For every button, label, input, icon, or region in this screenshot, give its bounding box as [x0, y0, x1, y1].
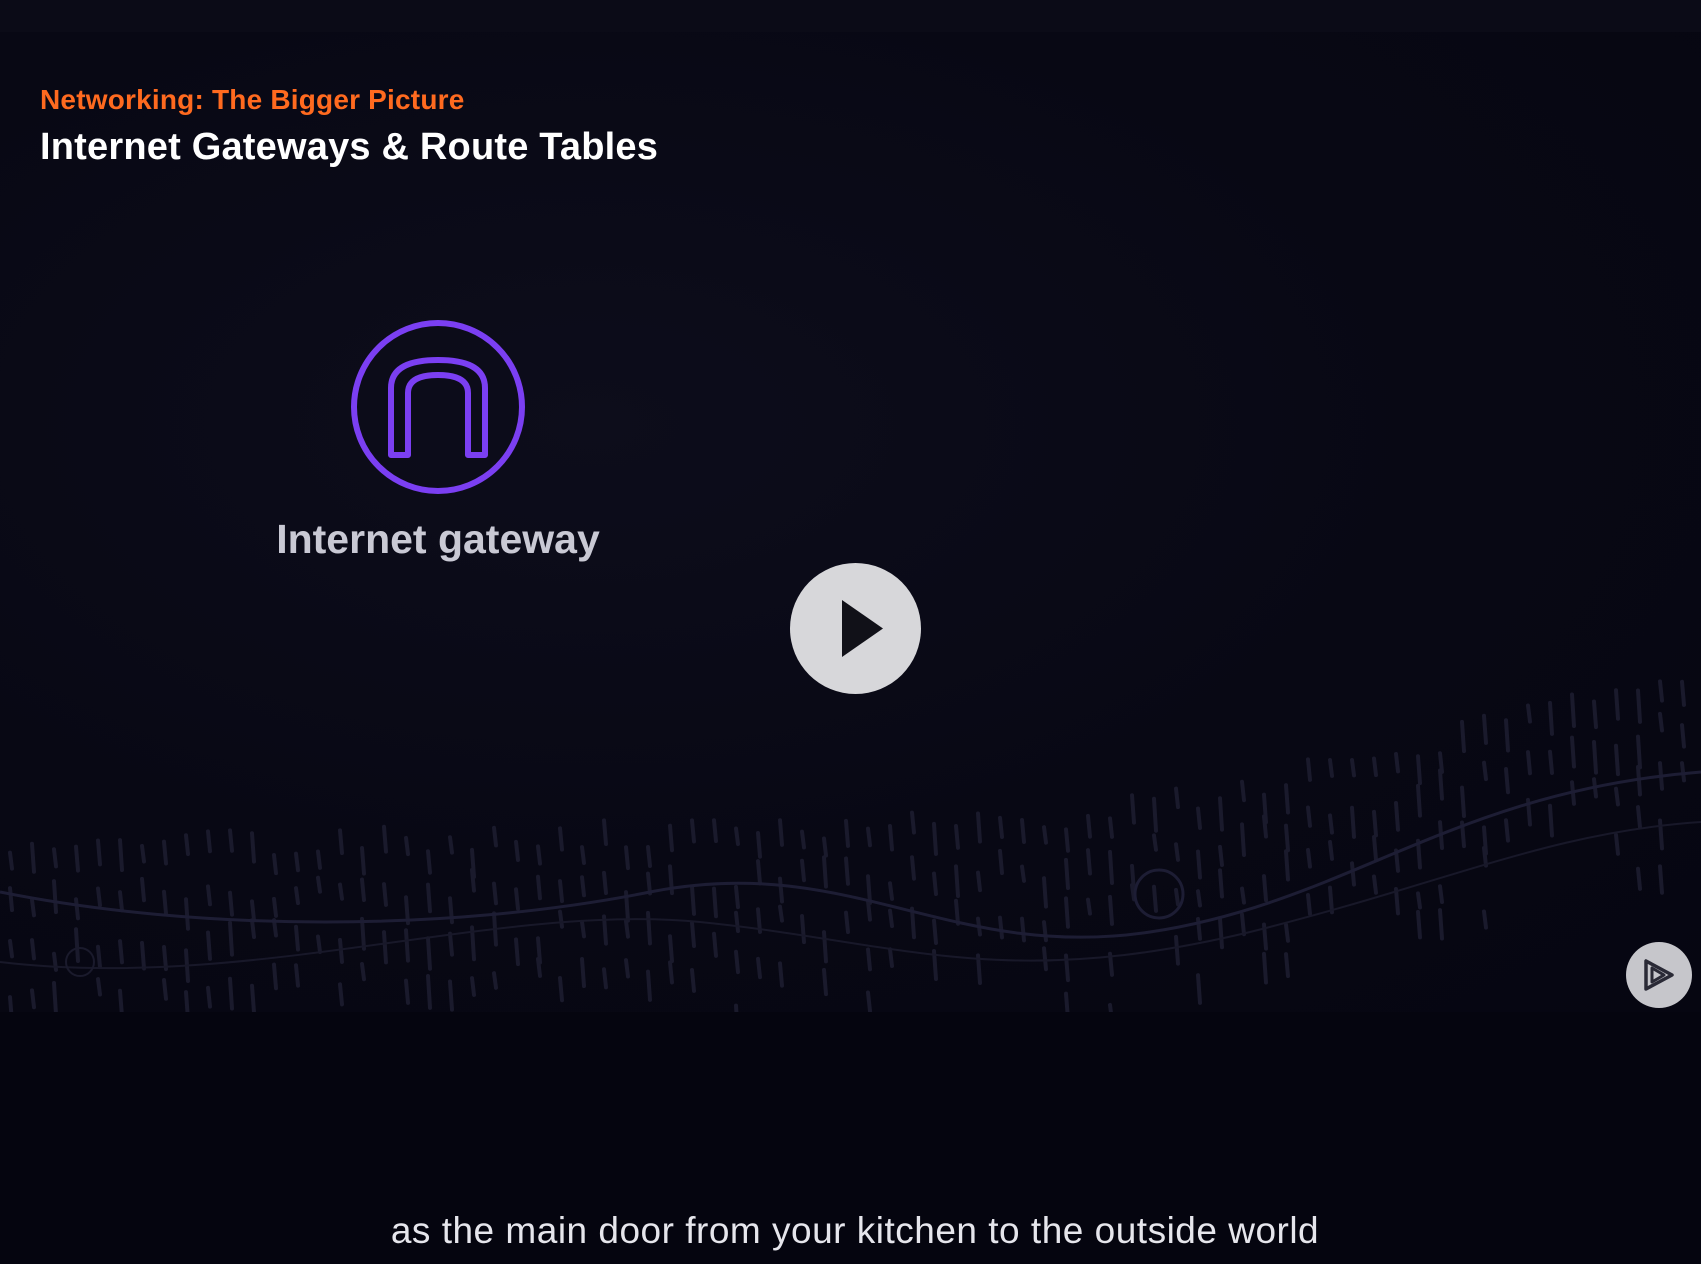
gateway-label: Internet gateway: [276, 516, 600, 562]
internet-gateway-icon: [351, 320, 525, 494]
subtitle-text: as the main door from your kitchen to th…: [390, 1210, 1320, 1251]
clip-title: Internet Gateways & Route Tables: [40, 126, 659, 168]
play-button[interactable]: [790, 563, 921, 694]
top-bar: [0, 0, 1701, 32]
video-player: Networking: The Bigger Picture Internet …: [0, 0, 1701, 1264]
play-icon: [842, 600, 883, 657]
pluralsight-logo-button[interactable]: [1626, 942, 1692, 1008]
video-frame[interactable]: Networking: The Bigger Picture Internet …: [0, 32, 1701, 1012]
course-title: Networking: The Bigger Picture: [40, 84, 465, 115]
pluralsight-logo-icon: [1644, 959, 1674, 991]
